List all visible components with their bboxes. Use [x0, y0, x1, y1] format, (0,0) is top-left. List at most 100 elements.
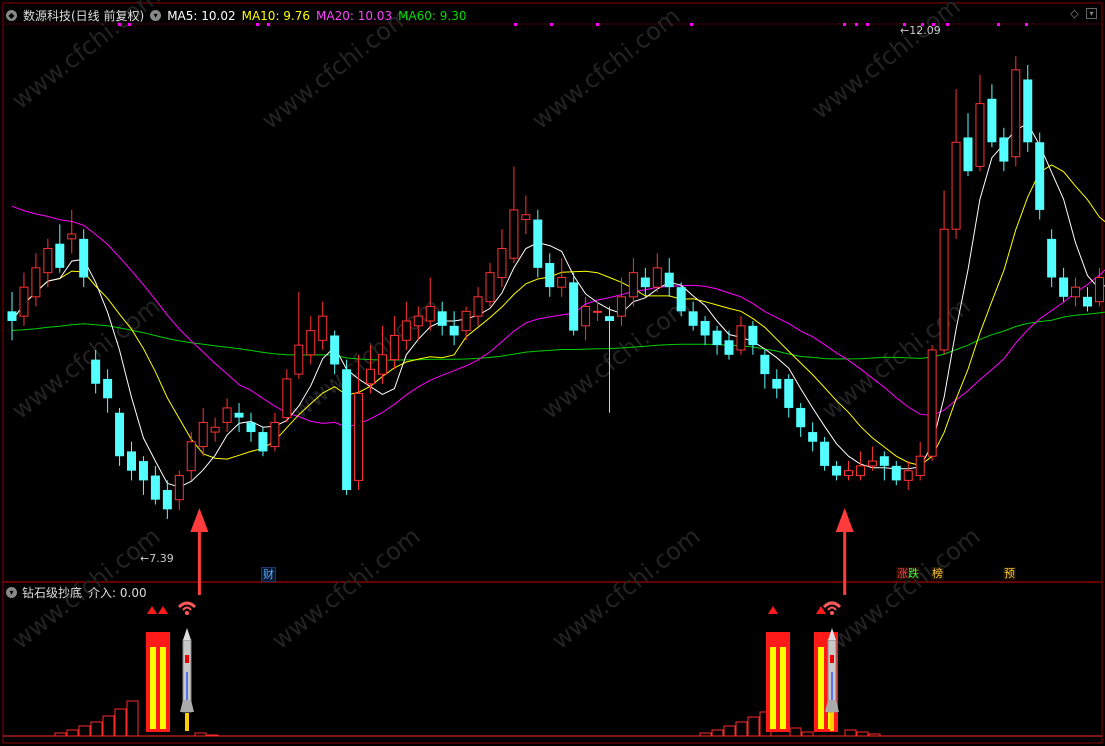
- signal-dot: [843, 23, 846, 26]
- candle-body-up: [222, 407, 232, 423]
- rocket-icon-window: [185, 655, 189, 663]
- candle-body-down: [796, 407, 806, 428]
- candle-body-up: [855, 465, 865, 477]
- candle-body-down: [7, 311, 17, 321]
- candle-body-up: [43, 248, 53, 274]
- diamond-icon[interactable]: ◇: [1069, 8, 1080, 19]
- signal-dot: [946, 23, 949, 26]
- dropdown-icon[interactable]: ▾: [1086, 8, 1097, 19]
- candle-body-up: [939, 228, 949, 351]
- dropdown-circle-icon[interactable]: ▾: [150, 10, 162, 21]
- candle-body-down: [808, 432, 818, 442]
- candle-body-up: [294, 344, 304, 375]
- candle-body-up: [366, 368, 375, 385]
- candle-body-down: [712, 330, 722, 346]
- candle-body-up: [497, 248, 507, 279]
- candle-body-up: [628, 272, 638, 298]
- list-tag[interactable]: 榜: [931, 567, 944, 580]
- candle-body-down: [1083, 296, 1092, 307]
- candle-body-down: [748, 325, 758, 346]
- subchart-title[interactable]: 钻石级抄底: [22, 584, 82, 601]
- candle-body-up: [1011, 69, 1021, 158]
- candle-body-down: [79, 238, 89, 278]
- triangle-marker: [768, 606, 778, 614]
- histogram-bar: [801, 731, 814, 737]
- signal-dot: [855, 23, 858, 26]
- candle-body-down: [91, 359, 101, 384]
- candle-body-up: [1071, 286, 1081, 298]
- forecast-tag[interactable]: 预: [1003, 567, 1016, 580]
- candle-body-up: [915, 455, 925, 477]
- settings-circle-icon[interactable]: ◆: [6, 10, 17, 21]
- stock-title[interactable]: 数源科技(日线 前复权): [23, 7, 144, 24]
- candle-body-up: [377, 354, 387, 375]
- histogram-bar: [90, 721, 103, 737]
- candle-body-up: [616, 296, 626, 317]
- signal-dot: [596, 23, 599, 26]
- candle-body-up: [354, 392, 364, 481]
- candle-body-down: [772, 378, 782, 389]
- candle-body-down: [115, 412, 125, 457]
- candle-body-up: [557, 277, 567, 288]
- wifi-icon-dot: [185, 611, 189, 615]
- candle-body-down: [963, 137, 973, 172]
- ma5-value: MA5: 10.02: [167, 8, 236, 23]
- stock-chart[interactable]: www.cfchi.com www.cfchi.com www.cfchi.com w…: [0, 0, 1105, 746]
- subchart-value: 介入: 0.00: [88, 586, 147, 600]
- rocket-icon-flame: [830, 713, 834, 731]
- wifi-icon-dot: [830, 611, 834, 615]
- zhangdie-tag[interactable]: 涨跌: [896, 567, 920, 580]
- candle-body-up: [473, 296, 483, 317]
- candle-body-up: [652, 267, 662, 288]
- wifi-icon: [822, 601, 842, 609]
- signal-dot: [690, 23, 693, 26]
- signal-column-stripe: [770, 647, 776, 729]
- candle-body-down: [879, 456, 889, 466]
- candle-body-up: [593, 310, 603, 313]
- candle-body-down: [533, 219, 543, 268]
- signal-column-stripe: [160, 647, 166, 729]
- candle-body-up: [306, 330, 316, 356]
- signal-column-stripe: [780, 647, 786, 729]
- low-price-label: ←7.39: [140, 552, 174, 565]
- wifi-icon-inner: [827, 606, 837, 611]
- subchart-dropdown-icon[interactable]: ▾: [6, 587, 17, 598]
- candle-body-down: [832, 465, 842, 476]
- candle-body-down: [987, 98, 997, 143]
- watermark-text: www.cfchi.com: [6, 292, 165, 425]
- candle-body-up: [581, 305, 591, 327]
- candle-body-down: [234, 412, 244, 418]
- rocket-icon-window: [830, 655, 834, 663]
- candle-body-up: [198, 421, 208, 448]
- histogram-bar: [747, 716, 760, 737]
- candle-body-down: [246, 422, 256, 433]
- candle-body-up: [270, 421, 280, 448]
- candle-body-down: [700, 320, 710, 336]
- histogram-bar: [735, 721, 748, 737]
- ma10-value: MA10: 9.76: [241, 8, 311, 23]
- rocket-icon-fins: [180, 700, 194, 712]
- candle-body-down: [1059, 277, 1069, 297]
- histogram-bar: [78, 725, 91, 737]
- financial-tag[interactable]: 财: [261, 567, 276, 582]
- candle-body-up: [210, 426, 220, 433]
- signal-column: [766, 632, 790, 732]
- candle-body-down: [784, 378, 794, 408]
- watermark-text: www.cfchi.com: [526, 2, 685, 135]
- candle-body-up: [31, 267, 41, 298]
- candle-body-up: [67, 233, 77, 240]
- candle-body-down: [1023, 79, 1033, 143]
- wifi-icon: [177, 601, 197, 609]
- candle-body-up: [318, 315, 328, 341]
- candle-body-up: [401, 320, 411, 341]
- histogram-bar: [789, 727, 802, 737]
- candle-body-up: [521, 214, 531, 221]
- candle-body-down: [688, 311, 698, 326]
- candle-body-down: [437, 311, 447, 326]
- candle-body-down: [342, 369, 352, 491]
- watermark-text: www.cfchi.com: [826, 522, 985, 655]
- candle-body-up: [19, 286, 29, 317]
- candle-body-up: [1094, 277, 1104, 303]
- candle-body-up: [282, 378, 292, 419]
- candle-body-down: [138, 461, 148, 481]
